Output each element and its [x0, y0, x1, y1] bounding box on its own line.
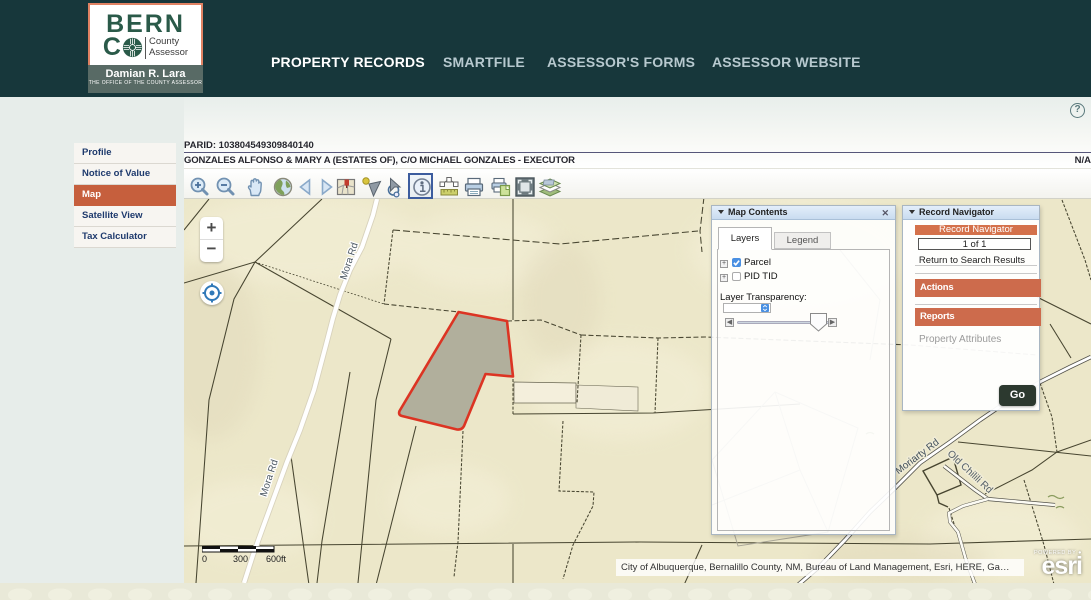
svg-text:300: 300 — [233, 554, 248, 564]
svg-text:600ft: 600ft — [266, 554, 287, 564]
svg-text:0: 0 — [202, 554, 207, 564]
